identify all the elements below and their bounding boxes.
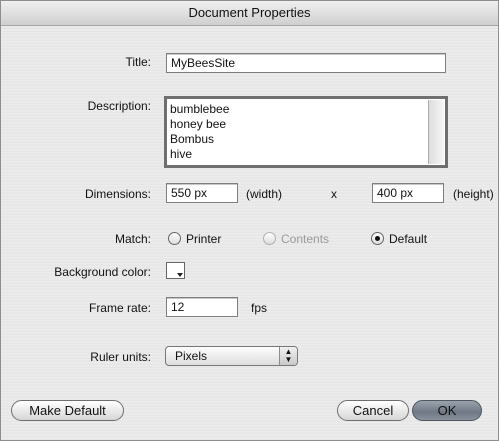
select-stepper-icon: ▲ ▼ bbox=[279, 347, 297, 365]
height-input[interactable]: 400 px bbox=[372, 183, 444, 203]
make-default-button[interactable]: Make Default bbox=[11, 400, 124, 421]
description-scrollbar[interactable] bbox=[428, 100, 444, 164]
dialog-title: Document Properties bbox=[1, 1, 498, 26]
match-printer-label[interactable]: Printer bbox=[186, 232, 221, 246]
frame-rate-unit: fps bbox=[251, 301, 268, 315]
description-textarea[interactable]: bumblebee honey bee Bombus hive bbox=[164, 96, 448, 168]
ruler-units-value: Pixels bbox=[175, 349, 208, 363]
times-symbol: x bbox=[331, 187, 337, 201]
cancel-button[interactable]: Cancel bbox=[337, 400, 409, 421]
description-line: honey bee bbox=[170, 117, 227, 131]
frame-rate-input[interactable]: 12 bbox=[166, 297, 238, 317]
dropdown-arrow-icon bbox=[177, 273, 183, 277]
height-suffix: (height) bbox=[453, 187, 494, 201]
title-input[interactable]: MyBeesSite bbox=[166, 53, 446, 73]
document-properties-dialog: Document Properties Title: MyBeesSite De… bbox=[0, 0, 499, 441]
match-printer-radio[interactable] bbox=[168, 232, 181, 245]
background-color-swatch[interactable] bbox=[166, 262, 185, 279]
match-contents-radio[interactable] bbox=[263, 232, 276, 245]
width-suffix: (width) bbox=[246, 187, 283, 201]
description-line: bumblebee bbox=[170, 102, 230, 116]
width-input[interactable]: 550 px bbox=[166, 183, 238, 203]
background-color-label: Background color: bbox=[54, 265, 151, 279]
ruler-units-label: Ruler units: bbox=[90, 350, 151, 364]
match-label: Match: bbox=[114, 232, 151, 246]
match-contents-label[interactable]: Contents bbox=[281, 232, 329, 246]
description-line: hive bbox=[170, 147, 193, 161]
description-label: Description: bbox=[87, 99, 151, 113]
description-lines: bumblebee honey bee Bombus hive bbox=[170, 102, 229, 162]
title-label: Title: bbox=[125, 55, 151, 69]
match-default-label[interactable]: Default bbox=[389, 232, 427, 246]
description-line: Bombus bbox=[170, 132, 215, 146]
ruler-units-select[interactable]: Pixels ▲ ▼ bbox=[165, 346, 298, 366]
dimensions-label: Dimensions: bbox=[84, 187, 151, 201]
dialog-content: Title: MyBeesSite Description: bumblebee… bbox=[1, 26, 498, 440]
ok-button[interactable]: OK bbox=[412, 400, 482, 421]
match-default-radio[interactable] bbox=[371, 232, 384, 245]
frame-rate-label: Frame rate: bbox=[88, 301, 151, 315]
